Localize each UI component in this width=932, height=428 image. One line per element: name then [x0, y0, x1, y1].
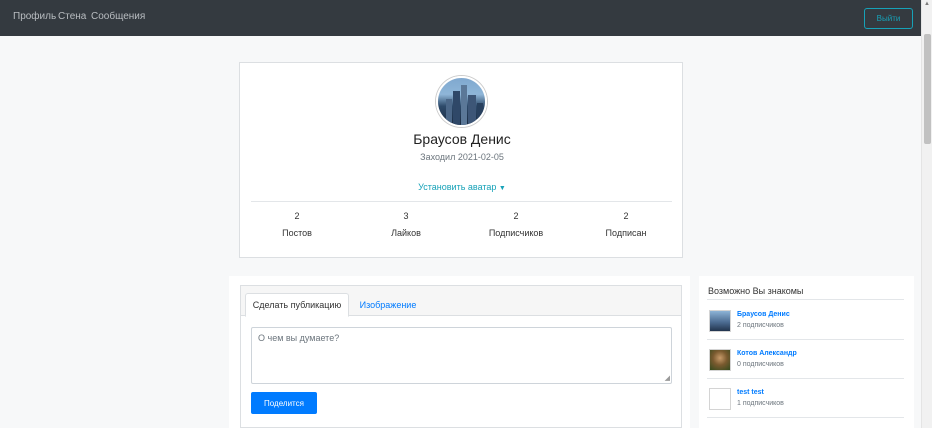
stat-value: 2 [513, 211, 519, 221]
nav-link-wall[interactable]: Стена [58, 11, 86, 22]
stat-label: Подписчиков [488, 228, 544, 238]
tab-header: Сделать публикацию Изображение [241, 286, 681, 317]
divider [707, 299, 904, 300]
stat-label: Постов [282, 228, 312, 238]
divider [707, 417, 904, 418]
suggestion-subscribers: 2 подписчиков [737, 322, 784, 329]
post-panel: Сделать публикацию Изображение О чем вы … [229, 276, 690, 428]
divider [707, 339, 904, 340]
suggestion-name-link[interactable]: Котов Александр [737, 350, 797, 357]
nav-link-profile[interactable]: Профиль [13, 11, 56, 22]
top-navbar: Профиль Стена Сообщения Выйти [0, 0, 921, 36]
suggestions-title: Возможно Вы знакомы [708, 286, 804, 296]
suggestion-item[interactable]: test test 1 подписчиков [709, 388, 904, 410]
stat-value: 2 [623, 211, 629, 221]
scroll-thumb[interactable] [924, 34, 931, 144]
divider [251, 201, 672, 202]
logout-button[interactable]: Выйти [864, 8, 913, 29]
tab-make-post[interactable]: Сделать публикацию [245, 293, 349, 317]
nav-link-messages[interactable]: Сообщения [91, 11, 145, 22]
scroll-up-arrow-icon[interactable]: ▲ [924, 1, 930, 7]
suggestion-item[interactable]: Браусов Денис 2 подписчиков [709, 310, 904, 332]
stat-likes: 3 Лайков [351, 211, 461, 238]
stat-value: 2 [294, 211, 300, 221]
suggestions-panel: Возможно Вы знакомы Браусов Денис 2 подп… [699, 276, 914, 428]
profile-avatar [436, 76, 487, 127]
stat-label: Лайков [391, 228, 421, 238]
stat-following: 2 Подписан [571, 211, 681, 238]
profile-card: Браусов Денис Заходил 2021-02-05 Установ… [239, 62, 683, 258]
page-scrollbar[interactable]: ▲ [921, 0, 932, 428]
set-avatar-dropdown[interactable]: Установить аватар ▼ [240, 182, 684, 192]
last-seen-text: Заходил 2021-02-05 [420, 152, 504, 162]
post-tabs-card: Сделать публикацию Изображение О чем вы … [240, 285, 682, 428]
post-textarea-placeholder: О чем вы думаете? [258, 333, 340, 343]
share-button[interactable]: Поделится [251, 392, 317, 414]
resize-grip-icon[interactable]: ◢ [665, 374, 670, 382]
suggestion-name-link[interactable]: Браусов Денис [737, 311, 790, 318]
suggestion-avatar[interactable] [709, 349, 731, 371]
post-textarea[interactable]: О чем вы думаете? ◢ [251, 327, 672, 384]
profile-name: Браусов Денис [413, 131, 511, 147]
suggestion-subscribers: 1 подписчиков [737, 400, 784, 407]
set-avatar-label: Установить аватар [418, 182, 497, 192]
tab-image[interactable]: Изображение [353, 293, 423, 317]
stat-followers: 2 Подписчиков [461, 211, 571, 238]
suggestion-subscribers: 0 подписчиков [737, 361, 784, 368]
stat-posts: 2 Постов [242, 211, 352, 238]
suggestion-name-link[interactable]: test test [737, 389, 764, 396]
suggestion-item[interactable]: Котов Александр 0 подписчиков [709, 349, 904, 371]
stat-value: 3 [403, 211, 409, 221]
suggestion-avatar[interactable] [709, 388, 731, 410]
divider [707, 378, 904, 379]
stat-label: Подписан [605, 228, 647, 238]
suggestion-avatar[interactable] [709, 310, 731, 332]
caret-down-icon: ▼ [498, 185, 506, 192]
